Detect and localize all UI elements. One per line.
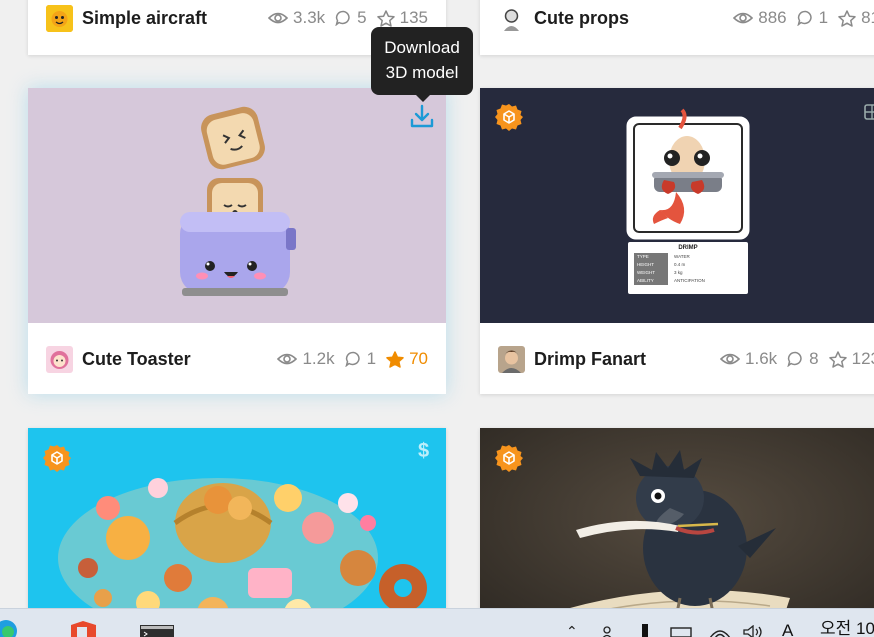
tooltip-line: 3D model bbox=[385, 63, 459, 82]
creature-row: ABILITY ANTICIPATION bbox=[634, 277, 742, 285]
model-card-cute-props[interactable]: Cute props 886 1 81 bbox=[480, 0, 874, 55]
eye-icon bbox=[733, 12, 754, 24]
avatar[interactable] bbox=[46, 345, 73, 373]
model-thumbnail[interactable] bbox=[28, 428, 446, 637]
eye-icon bbox=[277, 353, 298, 365]
comments-count[interactable]: 8 bbox=[787, 349, 819, 369]
display-icon[interactable] bbox=[670, 627, 692, 637]
star-icon bbox=[386, 350, 404, 368]
comments-count[interactable]: 5 bbox=[335, 8, 367, 28]
price-icon: $ bbox=[418, 440, 430, 462]
comment-icon bbox=[796, 10, 812, 26]
download-tooltip: Download 3D model bbox=[371, 27, 473, 102]
comments-count[interactable]: 1 bbox=[796, 8, 828, 28]
volume-icon[interactable] bbox=[742, 625, 766, 637]
gallery-icon bbox=[864, 104, 874, 120]
avatar[interactable] bbox=[498, 345, 525, 373]
creature-row-value: 0.4 m bbox=[674, 262, 686, 267]
office-icon[interactable] bbox=[68, 621, 98, 637]
creature-row: TYPE WATER bbox=[634, 253, 742, 261]
model-card-sweets[interactable]: $ bbox=[28, 428, 446, 637]
model-title[interactable]: Simple aircraft bbox=[82, 8, 258, 29]
model-card-drimp-fanart[interactable]: DRIMP TYPE WATER HEIGHT 0.4 m WEIGHT 3 kg A… bbox=[480, 88, 874, 394]
creature-row-value: ANTICIPATION bbox=[674, 278, 705, 283]
model-card-crow[interactable] bbox=[480, 428, 874, 637]
star-icon bbox=[376, 9, 395, 27]
edge-icon[interactable] bbox=[0, 619, 18, 637]
ime-indicator[interactable]: A bbox=[782, 621, 793, 637]
model-title[interactable]: Cute Toaster bbox=[82, 349, 267, 370]
avatar[interactable] bbox=[46, 4, 73, 32]
views-count: 3.3k bbox=[268, 8, 325, 28]
tooltip-line: Download bbox=[384, 38, 460, 57]
eye-icon bbox=[268, 12, 289, 24]
star-icon bbox=[838, 9, 856, 27]
chevron-up-icon[interactable]: ⌃ bbox=[566, 623, 578, 637]
likes-count[interactable]: 135 bbox=[376, 8, 428, 28]
star-icon bbox=[828, 350, 847, 368]
usb-icon[interactable] bbox=[640, 624, 650, 637]
creature-row-key: ABILITY bbox=[634, 277, 668, 285]
views-count: 1.2k bbox=[277, 349, 335, 369]
clock[interactable]: 오전 10 bbox=[820, 614, 874, 637]
staff-pick-icon[interactable] bbox=[43, 444, 71, 472]
creature-row-value: WATER bbox=[674, 254, 690, 259]
comments-count[interactable]: 1 bbox=[344, 349, 376, 369]
terminal-icon[interactable] bbox=[140, 625, 174, 637]
avatar[interactable] bbox=[498, 4, 525, 32]
creature-row-value: 3 kg bbox=[674, 270, 683, 275]
creature-row: WEIGHT 3 kg bbox=[634, 269, 742, 277]
model-thumbnail[interactable] bbox=[28, 88, 446, 323]
staff-pick-icon[interactable] bbox=[495, 444, 523, 472]
model-title[interactable]: Drimp Fanart bbox=[534, 349, 710, 370]
likes-count[interactable]: 70 bbox=[386, 349, 428, 369]
taskbar: ⌃ A 오전 10 bbox=[0, 608, 874, 637]
creature-row-key: HEIGHT bbox=[634, 261, 668, 269]
people-icon[interactable] bbox=[600, 625, 620, 637]
comment-icon bbox=[344, 351, 360, 367]
comment-icon bbox=[335, 10, 350, 26]
comment-icon bbox=[787, 351, 802, 367]
likes-count[interactable]: 123 bbox=[828, 349, 874, 369]
views-count: 886 bbox=[733, 8, 787, 28]
wifi-icon[interactable] bbox=[708, 626, 732, 637]
creature-row-key: WEIGHT bbox=[634, 269, 668, 277]
views-count: 1.6k bbox=[720, 349, 777, 369]
eye-icon bbox=[720, 353, 741, 365]
model-card-cute-toaster[interactable]: Cute Toaster 1.2k 1 70 bbox=[28, 88, 446, 394]
model-title[interactable]: Cute props bbox=[534, 8, 723, 29]
likes-count[interactable]: 81 bbox=[838, 8, 874, 28]
model-thumbnail[interactable]: DRIMP TYPE WATER HEIGHT 0.4 m WEIGHT 3 kg A… bbox=[480, 88, 874, 323]
staff-pick-icon[interactable] bbox=[495, 103, 523, 131]
download-icon[interactable] bbox=[410, 104, 434, 130]
creature-info-card: DRIMP TYPE WATER HEIGHT 0.4 m WEIGHT 3 kg A… bbox=[628, 242, 748, 294]
creature-row: HEIGHT 0.4 m bbox=[634, 261, 742, 269]
model-thumbnail[interactable] bbox=[480, 428, 874, 637]
creature-row-key: TYPE bbox=[634, 253, 668, 261]
creature-name: DRIMP bbox=[678, 245, 698, 251]
